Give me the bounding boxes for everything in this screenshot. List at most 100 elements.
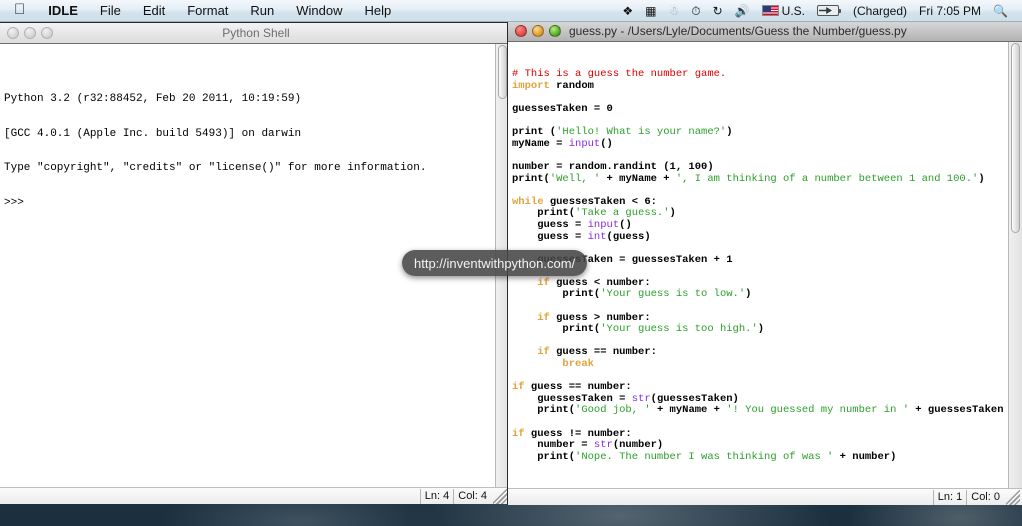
shell-window-controls xyxy=(0,27,53,39)
code-token: while xyxy=(512,195,544,208)
us-flag-icon xyxy=(761,5,779,16)
code-token: ', I am thinking of a number between 1 a… xyxy=(675,172,979,185)
minimize-icon[interactable] xyxy=(24,27,36,39)
battery-status-label[interactable]: (Charged) xyxy=(847,0,913,22)
code-token: number = xyxy=(512,439,594,452)
code-token: print( xyxy=(512,172,550,185)
code-token: str xyxy=(593,439,613,452)
code-line: break xyxy=(512,358,1022,371)
code-token: 'Nope. The number I was thinking of was … xyxy=(575,450,834,463)
close-icon[interactable] xyxy=(515,25,527,37)
shell-line: Type "copyright", "credits" or "license(… xyxy=(4,162,427,175)
code-token: random xyxy=(549,79,594,92)
code-token: ) xyxy=(669,207,676,220)
menu-item-window[interactable]: Window xyxy=(285,0,353,22)
shell-line-indicator: Ln: 4 xyxy=(419,488,453,504)
editor-vertical-scrollbar[interactable] xyxy=(1008,42,1022,488)
code-token: if xyxy=(537,276,550,289)
code-token: '! You guessed my number in ' xyxy=(726,404,909,417)
display-icon[interactable]: ▦ xyxy=(639,0,662,22)
menu-item-file[interactable]: File xyxy=(89,0,132,22)
code-token: str xyxy=(631,392,651,405)
maximize-icon[interactable] xyxy=(41,27,53,39)
code-token: number = random.randint (1, 100) xyxy=(512,160,714,173)
code-token: (guess) xyxy=(606,230,651,243)
code-token: guess == number: xyxy=(524,381,632,394)
shell-status-bar: Ln: 4 Col: 4 xyxy=(0,487,509,504)
code-token: () xyxy=(600,137,613,150)
maximize-icon[interactable] xyxy=(549,25,561,37)
menu-item-run[interactable]: Run xyxy=(239,0,285,22)
code-token: 'Hello! What is your name?' xyxy=(556,126,727,139)
battery-icon xyxy=(817,5,841,16)
code-token: ) xyxy=(745,288,752,301)
editor-window-title: guess.py - /Users/Lyle/Documents/Guess t… xyxy=(569,24,907,38)
dropbox-icon[interactable]: ❖ xyxy=(616,0,639,22)
url-tooltip: http://inventwithpython.com/ xyxy=(402,250,588,276)
code-line: print('Good job, ' + myName + '! You gue… xyxy=(512,405,1022,417)
editor-scrollbar-thumb[interactable] xyxy=(1011,43,1020,233)
code-token: print( xyxy=(512,450,576,463)
code-token: guess = xyxy=(512,230,588,243)
code-token: 'Well, ' xyxy=(549,172,601,185)
code-token: + myName + xyxy=(650,404,727,417)
code-token: guess < number: xyxy=(549,276,651,289)
spotlight-search-icon[interactable]: 🔍 xyxy=(987,0,1014,22)
menu-item-edit[interactable]: Edit xyxy=(132,0,176,22)
shell-title-bar[interactable]: Python Shell xyxy=(0,23,509,44)
time-machine-icon[interactable]: ⏱ xyxy=(685,0,706,22)
battery-indicator[interactable] xyxy=(811,5,847,16)
code-token: if xyxy=(512,381,525,394)
code-token: import xyxy=(512,79,550,92)
code-line: print('Your guess is to low.') xyxy=(512,289,1022,301)
code-token: myName = xyxy=(512,137,569,150)
code-token: (guessesTaken) xyxy=(650,392,739,405)
menu-bar-clock[interactable]: Fri 7:05 PM xyxy=(913,0,987,22)
bluetooth-icon[interactable]: ☃ xyxy=(663,0,686,22)
code-token: break xyxy=(562,358,594,371)
code-line: myName = input() xyxy=(512,137,1022,151)
menu-item-idle[interactable]: IDLE xyxy=(37,0,89,22)
code-token: if xyxy=(512,427,525,440)
menu-item-help[interactable]: Help xyxy=(354,0,403,22)
menu-bar-left:  IDLE File Edit Format Run Window Help xyxy=(0,0,402,22)
code-line: guessesTaken = guessesTaken + 1 xyxy=(512,254,1022,267)
apple-logo-icon[interactable]:  xyxy=(0,2,37,17)
code-token: guessesTaken = xyxy=(512,392,632,405)
editor-column-indicator: Col: 0 xyxy=(966,489,1004,505)
shell-scrollbar-thumb[interactable] xyxy=(498,45,507,99)
code-token: 'Your guess is to low.' xyxy=(600,288,746,301)
volume-icon[interactable]: 🔊 xyxy=(729,0,756,22)
menu-bar-status-area: ❖ ▦ ☃ ⏱ ↻ 🔊 U.S. (Charged) Fri 7:05 PM 🔍 xyxy=(616,0,1022,22)
code-token: guess > number: xyxy=(549,311,651,324)
code-line: guess = int(guess) xyxy=(512,230,1022,244)
code-token: if xyxy=(537,311,550,324)
code-line: import random xyxy=(512,79,1022,93)
editor-resize-grip[interactable] xyxy=(1006,489,1020,505)
input-source-indicator[interactable]: U.S. xyxy=(756,0,811,22)
editor-title-bar[interactable]: guess.py - /Users/Lyle/Documents/Guess t… xyxy=(508,21,1022,42)
code-token: guess != number: xyxy=(524,427,632,440)
code-token: ) xyxy=(757,323,765,336)
menu-item-format[interactable]: Format xyxy=(176,0,239,22)
sync-refresh-icon[interactable]: ↻ xyxy=(707,0,729,22)
code-line: print('Nope. The number I was thinking o… xyxy=(512,450,1022,464)
shell-line: [GCC 4.0.1 (Apple Inc. build 5493)] on d… xyxy=(4,127,302,140)
code-token: () xyxy=(619,218,632,231)
shell-resize-grip[interactable] xyxy=(493,488,507,504)
editor-line-indicator: Ln: 1 xyxy=(932,489,966,505)
code-token: print ( xyxy=(512,126,557,139)
close-icon[interactable] xyxy=(7,27,19,39)
code-token: print( xyxy=(512,323,601,336)
code-token: print( xyxy=(512,207,576,220)
code-token: guessesTaken < 6: xyxy=(543,195,657,208)
shell-window-title: Python Shell xyxy=(222,26,290,40)
code-token: guess = xyxy=(512,218,588,231)
minimize-icon[interactable] xyxy=(532,25,544,37)
code-token: guess == number: xyxy=(549,346,657,359)
code-token: int xyxy=(587,230,607,243)
code-token: (number) xyxy=(612,439,664,452)
